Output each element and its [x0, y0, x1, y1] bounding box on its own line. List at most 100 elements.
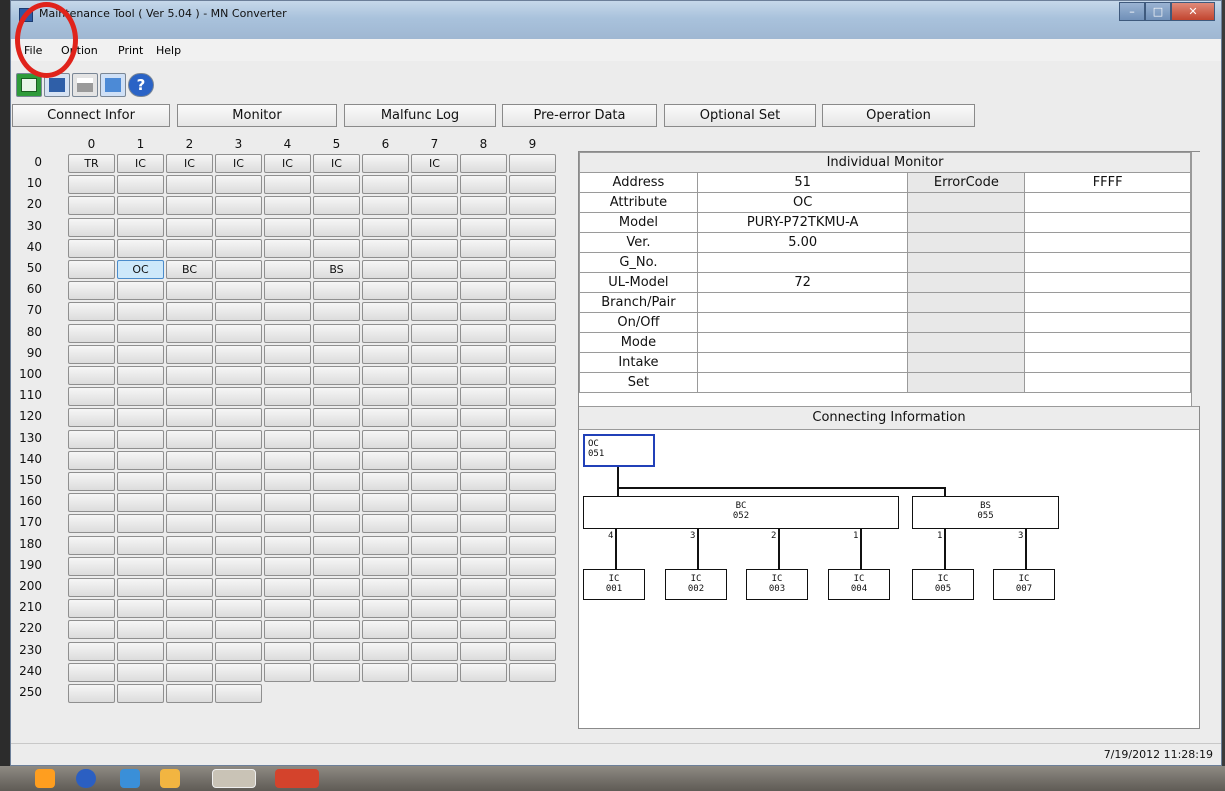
close-button[interactable]: ✕ — [1171, 2, 1215, 21]
address-cell-39[interactable] — [509, 217, 556, 237]
address-cell-40[interactable] — [68, 238, 115, 258]
address-cell-227[interactable] — [411, 620, 458, 640]
address-cell-103[interactable] — [215, 366, 262, 385]
address-cell-79[interactable] — [509, 302, 556, 322]
address-cell-21[interactable] — [117, 196, 164, 216]
address-cell-105[interactable] — [313, 366, 360, 385]
address-cell-44[interactable] — [264, 238, 311, 258]
address-cell-218[interactable] — [460, 599, 507, 619]
address-cell-234[interactable] — [264, 641, 311, 661]
address-cell-177[interactable] — [411, 514, 458, 534]
address-cell-190[interactable] — [68, 556, 115, 576]
address-cell-221[interactable] — [117, 620, 164, 640]
tab-operation[interactable]: Operation — [822, 104, 975, 127]
address-cell-168[interactable] — [460, 493, 507, 513]
address-cell-31[interactable] — [117, 217, 164, 237]
address-cell-182[interactable] — [166, 535, 213, 555]
address-cell-239[interactable] — [509, 641, 556, 661]
ic-node[interactable]: IC 005 — [912, 569, 974, 600]
address-cell-47[interactable] — [411, 238, 458, 258]
address-cell-89[interactable] — [509, 323, 556, 343]
address-cell-28[interactable] — [460, 196, 507, 216]
address-cell-78[interactable] — [460, 302, 507, 322]
address-cell-57[interactable] — [411, 260, 458, 279]
address-cell-84[interactable] — [264, 323, 311, 343]
address-cell-129[interactable] — [509, 408, 556, 428]
address-cell-32[interactable] — [166, 217, 213, 237]
address-cell-211[interactable] — [117, 599, 164, 619]
address-cell-127[interactable] — [411, 408, 458, 428]
address-cell-1[interactable]: IC — [117, 154, 164, 173]
address-cell-207[interactable] — [411, 578, 458, 597]
address-cell-253[interactable] — [215, 684, 262, 703]
address-cell-246[interactable] — [362, 662, 409, 682]
address-cell-122[interactable] — [166, 408, 213, 428]
minimize-button[interactable]: – — [1119, 2, 1145, 21]
address-cell-244[interactable] — [264, 662, 311, 682]
address-cell-111[interactable] — [117, 387, 164, 407]
address-cell-77[interactable] — [411, 302, 458, 322]
address-cell-137[interactable] — [411, 429, 458, 449]
address-cell-98[interactable] — [460, 344, 507, 364]
address-cell-169[interactable] — [509, 493, 556, 513]
address-cell-153[interactable] — [215, 472, 262, 491]
address-cell-230[interactable] — [68, 641, 115, 661]
address-cell-252[interactable] — [166, 684, 213, 703]
address-cell-196[interactable] — [362, 556, 409, 576]
address-cell-133[interactable] — [215, 429, 262, 449]
address-cell-208[interactable] — [460, 578, 507, 597]
address-cell-166[interactable] — [362, 493, 409, 513]
address-cell-189[interactable] — [509, 535, 556, 555]
address-cell-124[interactable] — [264, 408, 311, 428]
address-cell-113[interactable] — [215, 387, 262, 407]
address-cell-184[interactable] — [264, 535, 311, 555]
address-cell-56[interactable] — [362, 260, 409, 279]
address-cell-35[interactable] — [313, 217, 360, 237]
address-cell-161[interactable] — [117, 493, 164, 513]
ie-icon[interactable] — [120, 769, 140, 788]
ic-node[interactable]: IC 002 — [665, 569, 727, 600]
address-cell-8[interactable] — [460, 154, 507, 173]
tab-monitor[interactable]: Monitor — [177, 104, 337, 127]
address-cell-151[interactable] — [117, 472, 164, 491]
ic-node[interactable]: IC 001 — [583, 569, 645, 600]
browser-icon[interactable] — [76, 769, 96, 788]
address-cell-144[interactable] — [264, 450, 311, 470]
address-cell-136[interactable] — [362, 429, 409, 449]
address-cell-101[interactable] — [117, 366, 164, 385]
address-cell-164[interactable] — [264, 493, 311, 513]
bc-node[interactable]: BC 052 — [583, 496, 899, 529]
address-cell-72[interactable] — [166, 302, 213, 322]
address-cell-128[interactable] — [460, 408, 507, 428]
office-task-icon[interactable] — [275, 769, 319, 788]
address-cell-102[interactable] — [166, 366, 213, 385]
address-cell-155[interactable] — [313, 472, 360, 491]
address-cell-248[interactable] — [460, 662, 507, 682]
address-cell-30[interactable] — [68, 217, 115, 237]
address-cell-173[interactable] — [215, 514, 262, 534]
address-cell-82[interactable] — [166, 323, 213, 343]
address-cell-251[interactable] — [117, 684, 164, 703]
address-cell-192[interactable] — [166, 556, 213, 576]
address-cell-175[interactable] — [313, 514, 360, 534]
address-cell-174[interactable] — [264, 514, 311, 534]
address-cell-178[interactable] — [460, 514, 507, 534]
print-icon[interactable] — [72, 73, 98, 97]
maintenance-tool-task-icon[interactable] — [212, 769, 256, 788]
address-cell-167[interactable] — [411, 493, 458, 513]
address-cell-76[interactable] — [362, 302, 409, 322]
folder-icon[interactable] — [160, 769, 180, 788]
address-cell-87[interactable] — [411, 323, 458, 343]
address-cell-60[interactable] — [68, 281, 115, 301]
address-cell-67[interactable] — [411, 281, 458, 301]
address-cell-250[interactable] — [68, 684, 115, 703]
address-cell-165[interactable] — [313, 493, 360, 513]
address-cell-112[interactable] — [166, 387, 213, 407]
address-cell-62[interactable] — [166, 281, 213, 301]
address-cell-214[interactable] — [264, 599, 311, 619]
address-cell-197[interactable] — [411, 556, 458, 576]
address-cell-7[interactable]: IC — [411, 154, 458, 173]
tab-connect-infor[interactable]: Connect Infor — [12, 104, 170, 127]
address-cell-23[interactable] — [215, 196, 262, 216]
address-cell-131[interactable] — [117, 429, 164, 449]
